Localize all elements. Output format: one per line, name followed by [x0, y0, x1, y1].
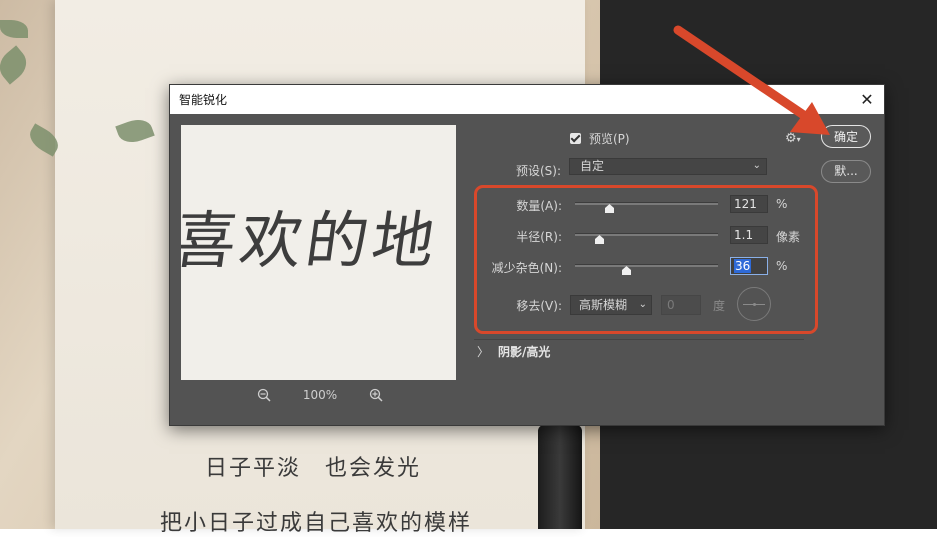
section-divider — [474, 339, 804, 340]
close-button[interactable]: ✕ — [856, 89, 878, 111]
gear-icon[interactable]: ⚙▾ — [785, 131, 801, 146]
preview-checkbox-label: 预览(P) — [589, 132, 630, 146]
dialog-title: 智能锐化 — [179, 93, 228, 107]
chevron-right-icon: 〉 — [477, 345, 490, 359]
shadows-highlights-label: 阴影/高光 — [498, 345, 551, 359]
preview-handwriting: 喜欢的地 — [181, 204, 444, 277]
default-button[interactable]: 默... — [821, 160, 871, 183]
smart-sharpen-dialog: 智能锐化 ✕ 喜欢的地 100% 预览(P) ⚙▾ 确定 默... 预设(S):… — [169, 84, 885, 426]
preset-select[interactable]: 自定 ⌄ — [569, 158, 767, 175]
ok-button[interactable]: 确定 — [821, 125, 871, 148]
zoom-out-icon[interactable] — [255, 386, 273, 404]
pen-object — [538, 425, 582, 529]
preview-image[interactable]: 喜欢的地 — [181, 125, 456, 380]
handwriting-line: 把小日子过成自己喜欢的模样 — [160, 511, 473, 536]
chevron-down-icon: ⌄ — [752, 160, 761, 171]
zoom-controls: 100% — [255, 385, 385, 405]
preview-checkbox-row[interactable]: 预览(P) — [570, 130, 630, 147]
preset-label: 预设(S): — [516, 164, 562, 178]
preview-checkbox[interactable] — [570, 133, 581, 144]
dialog-titlebar: 智能锐化 ✕ — [170, 85, 884, 114]
preset-value: 自定 — [580, 159, 605, 173]
shadows-highlights-toggle[interactable]: 〉 阴影/高光 — [477, 343, 550, 360]
handwriting-line: 日子平淡 也会发光 — [205, 456, 422, 481]
zoom-level: 100% — [302, 388, 338, 402]
annotation-highlight-box — [474, 185, 818, 334]
zoom-in-icon[interactable] — [367, 386, 385, 404]
